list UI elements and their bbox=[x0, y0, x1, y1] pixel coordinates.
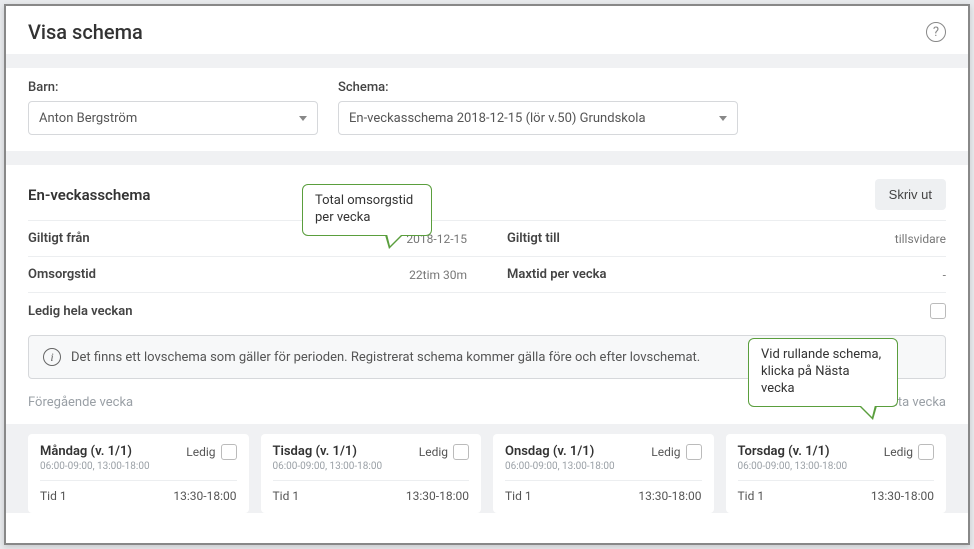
maxtime-pair: Maxtid per vecka - bbox=[487, 267, 946, 282]
day-card-monday: Måndag (v. 1/1) 06:00-09:00, 13:00-18:00… bbox=[28, 434, 249, 513]
maxtime-label: Maxtid per vecka bbox=[507, 267, 607, 282]
day-title: Torsdag (v. 1/1) bbox=[738, 444, 848, 459]
child-select[interactable]: Anton Bergström bbox=[28, 101, 318, 135]
callout-line: Vid rullande schema, bbox=[761, 347, 885, 364]
callout-tail-icon bbox=[385, 235, 403, 249]
slot-label: Tid 1 bbox=[505, 489, 532, 503]
day-sub: 06:00-09:00, 13:00-18:00 bbox=[273, 461, 383, 472]
schema-filter-group: Schema: En-veckasschema 2018-12-15 (lör … bbox=[338, 80, 738, 135]
slot-time: 13:30-18:00 bbox=[406, 489, 469, 503]
day-off-checkbox[interactable] bbox=[686, 444, 702, 460]
separator bbox=[6, 151, 968, 165]
maxtime-value: - bbox=[943, 268, 946, 282]
child-filter-group: Barn: Anton Bergström bbox=[28, 80, 318, 135]
callout-line: klicka på Nästa vecka bbox=[761, 364, 885, 398]
day-off-group: Ledig bbox=[884, 444, 934, 460]
day-card-tuesday: Tisdag (v. 1/1) 06:00-09:00, 13:00-18:00… bbox=[261, 434, 482, 513]
header: Visa schema ? bbox=[6, 6, 968, 54]
slot-time: 13:30-18:00 bbox=[173, 489, 236, 503]
days-row: Måndag (v. 1/1) 06:00-09:00, 13:00-18:00… bbox=[6, 434, 968, 513]
chevron-down-icon bbox=[299, 116, 307, 121]
day-off-checkbox[interactable] bbox=[918, 444, 934, 460]
slot-time: 13:30-18:00 bbox=[871, 489, 934, 503]
print-button[interactable]: Skriv ut bbox=[875, 179, 946, 210]
day-off-label: Ledig bbox=[186, 445, 215, 459]
valid-to-value: tillsvidare bbox=[895, 232, 946, 246]
day-card-thursday: Torsdag (v. 1/1) 06:00-09:00, 13:00-18:0… bbox=[726, 434, 947, 513]
day-off-label: Ledig bbox=[651, 445, 680, 459]
day-title: Tisdag (v. 1/1) bbox=[273, 444, 383, 459]
day-sub: 06:00-09:00, 13:00-18:00 bbox=[505, 461, 615, 472]
filters-row: Barn: Anton Bergström Schema: En-veckass… bbox=[6, 68, 968, 151]
day-title: Onsdag (v. 1/1) bbox=[505, 444, 615, 459]
help-icon[interactable]: ? bbox=[926, 22, 946, 42]
slot-label: Tid 1 bbox=[40, 489, 67, 503]
callout-line: Total omsorgstid bbox=[315, 193, 419, 210]
slot-time: 13:30-18:00 bbox=[638, 489, 701, 503]
valid-to-pair: Giltigt till tillsvidare bbox=[487, 231, 946, 246]
off-week-label: Ledig hela veckan bbox=[28, 304, 133, 319]
day-off-group: Ledig bbox=[419, 444, 469, 460]
slot-label: Tid 1 bbox=[273, 489, 300, 503]
day-card-wednesday: Onsdag (v. 1/1) 06:00-09:00, 13:00-18:00… bbox=[493, 434, 714, 513]
callout-tail-icon bbox=[859, 406, 877, 420]
page-title: Visa schema bbox=[28, 20, 143, 44]
section-title-row: En-veckasschema Skriv ut bbox=[28, 165, 946, 220]
day-off-checkbox[interactable] bbox=[453, 444, 469, 460]
section-title: En-veckasschema bbox=[28, 186, 150, 204]
valid-from-label: Giltigt från bbox=[28, 231, 90, 246]
info-banner-text: Det finns ett lovschema som gäller för p… bbox=[71, 350, 700, 365]
separator bbox=[6, 54, 968, 68]
off-week-row: Ledig hela veckan bbox=[28, 292, 946, 329]
day-off-label: Ledig bbox=[884, 445, 913, 459]
caretime-row: Omsorgstid 22tim 30m Maxtid per vecka - bbox=[28, 256, 946, 292]
day-sub: 06:00-09:00, 13:00-18:00 bbox=[40, 461, 150, 472]
caretime-label: Omsorgstid bbox=[28, 267, 96, 282]
valid-row: Giltigt från 2018-12-15 Giltigt till til… bbox=[28, 220, 946, 256]
caretime-value: 22tim 30m bbox=[409, 268, 467, 282]
callout-caretime: Total omsorgstid per vecka bbox=[302, 184, 432, 236]
slot-label: Tid 1 bbox=[738, 489, 765, 503]
child-select-value: Anton Bergström bbox=[39, 111, 137, 126]
off-week-checkbox[interactable] bbox=[930, 303, 946, 319]
day-off-checkbox[interactable] bbox=[221, 444, 237, 460]
schema-select[interactable]: En-veckasschema 2018-12-15 (lör v.50) Gr… bbox=[338, 101, 738, 135]
schema-label: Schema: bbox=[338, 80, 738, 95]
schema-select-value: En-veckasschema 2018-12-15 (lör v.50) Gr… bbox=[349, 111, 646, 126]
chevron-down-icon bbox=[719, 116, 727, 121]
day-off-group: Ledig bbox=[651, 444, 701, 460]
day-off-label: Ledig bbox=[419, 445, 448, 459]
prev-week-link[interactable]: Föregående vecka bbox=[28, 395, 133, 410]
callout-line: per vecka bbox=[315, 210, 419, 227]
app-window: Visa schema ? Barn: Anton Bergström Sche… bbox=[4, 4, 970, 545]
day-sub: 06:00-09:00, 13:00-18:00 bbox=[738, 461, 848, 472]
caretime-pair: Omsorgstid 22tim 30m bbox=[28, 267, 487, 282]
info-icon: i bbox=[43, 348, 61, 366]
child-label: Barn: bbox=[28, 80, 318, 95]
day-title: Måndag (v. 1/1) bbox=[40, 444, 150, 459]
callout-nextweek: Vid rullande schema, klicka på Nästa vec… bbox=[748, 338, 898, 407]
separator bbox=[6, 424, 968, 434]
day-off-group: Ledig bbox=[186, 444, 236, 460]
valid-to-label: Giltigt till bbox=[507, 231, 560, 246]
